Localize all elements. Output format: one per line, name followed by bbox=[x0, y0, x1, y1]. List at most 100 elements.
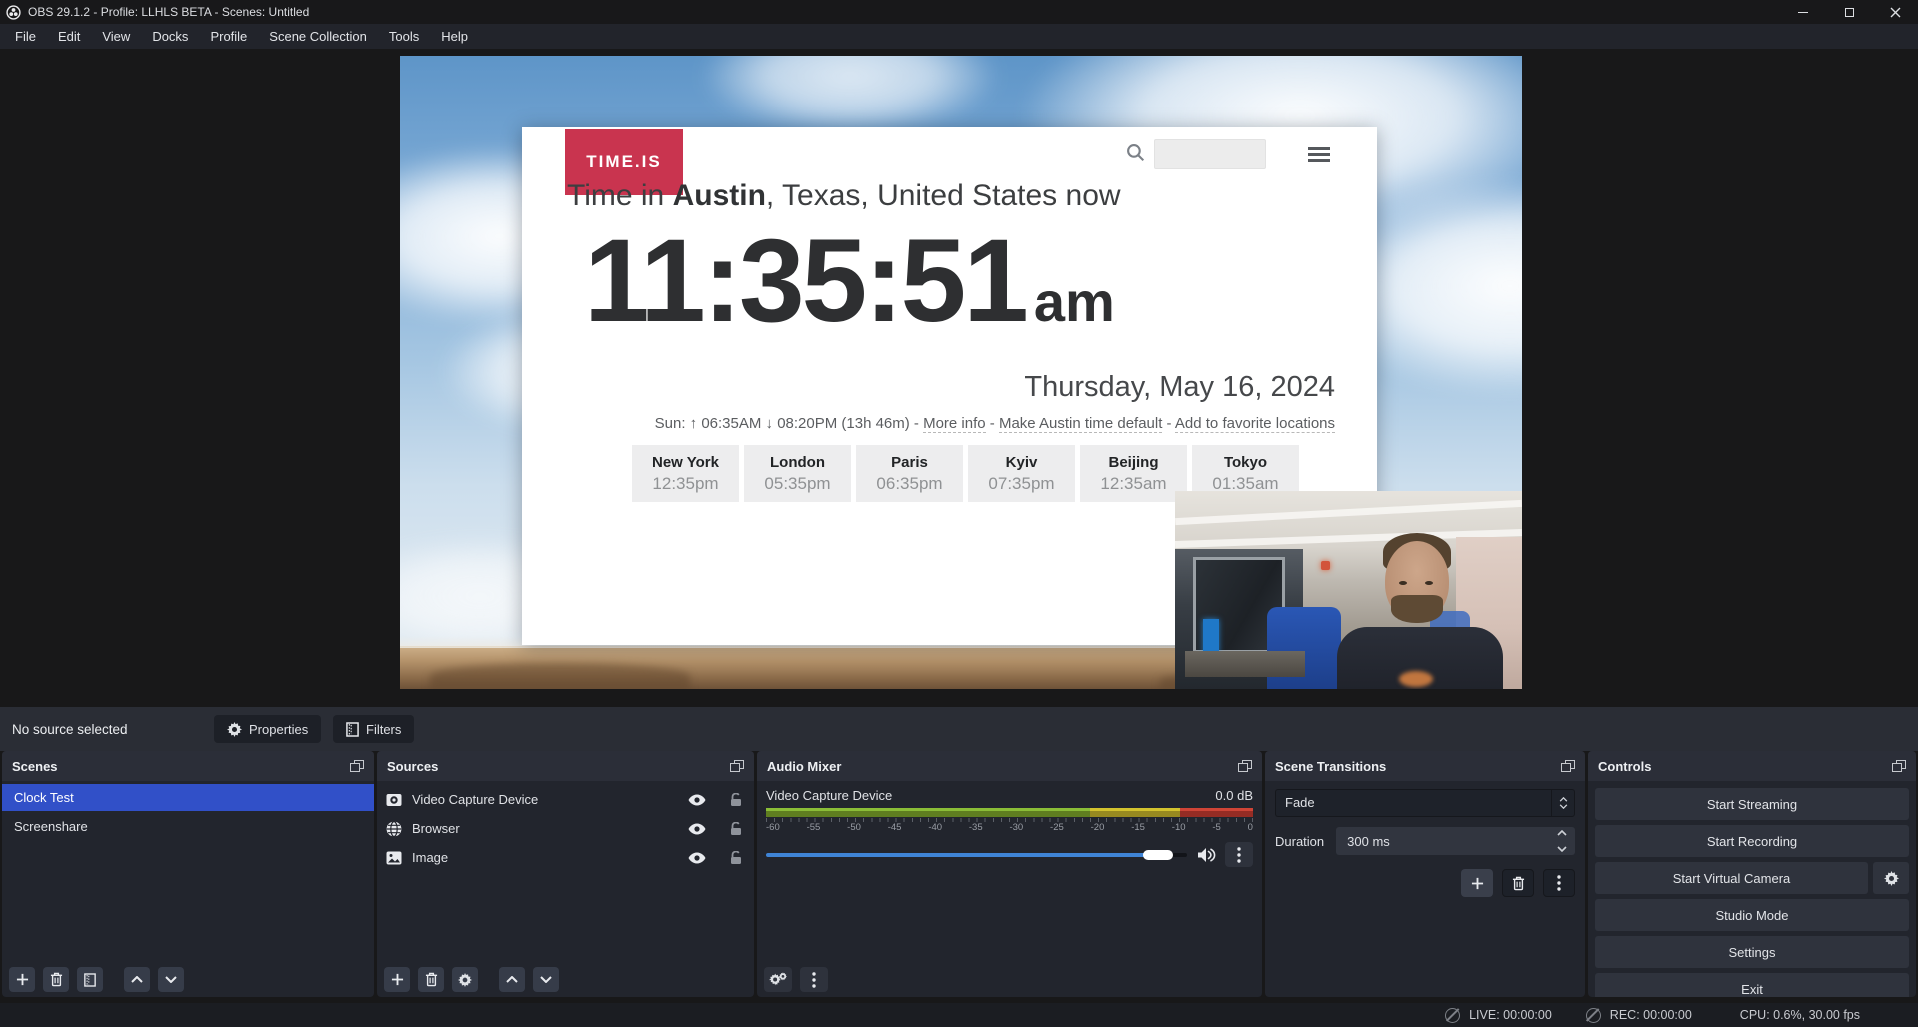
city-box-london: London05:35pm bbox=[744, 445, 851, 502]
transition-menu-button[interactable] bbox=[1543, 869, 1575, 897]
gear-icon bbox=[458, 973, 472, 987]
scenes-list: Clock Test Screenshare bbox=[2, 784, 374, 840]
duration-spinner[interactable]: 300 ms bbox=[1336, 827, 1575, 855]
meter-tick-labels: -60-55-50-45-40-35-30-25-20-15-10-50 bbox=[766, 822, 1253, 833]
visibility-eye-icon[interactable] bbox=[688, 823, 706, 835]
city-box-newyork: New York12:35pm bbox=[632, 445, 739, 502]
volume-slider-handle[interactable] bbox=[1143, 850, 1173, 860]
double-gear-icon bbox=[769, 972, 787, 987]
add-source-button[interactable] bbox=[384, 967, 410, 992]
office-desks bbox=[1185, 651, 1305, 677]
scene-filters-button[interactable] bbox=[77, 967, 103, 992]
image-icon bbox=[386, 851, 402, 865]
start-streaming-button[interactable]: Start Streaming bbox=[1595, 788, 1909, 820]
filters-button[interactable]: Filters bbox=[333, 715, 414, 743]
transition-select[interactable]: Fade bbox=[1275, 789, 1575, 817]
status-bar: LIVE: 00:00:00 REC: 00:00:00 CPU: 0.6%, … bbox=[0, 1003, 1918, 1027]
menu-help[interactable]: Help bbox=[430, 24, 479, 49]
plus-icon bbox=[1471, 877, 1484, 890]
duration-label: Duration bbox=[1275, 834, 1324, 849]
start-recording-button[interactable]: Start Recording bbox=[1595, 825, 1909, 857]
duration-value: 300 ms bbox=[1347, 834, 1390, 849]
remove-transition-button[interactable] bbox=[1502, 869, 1534, 897]
popout-icon[interactable] bbox=[730, 760, 744, 772]
popout-icon[interactable] bbox=[1238, 760, 1252, 772]
globe-icon bbox=[386, 821, 402, 837]
webcam-source[interactable] bbox=[1175, 491, 1522, 689]
kebab-menu-icon bbox=[1237, 847, 1241, 863]
visibility-eye-icon[interactable] bbox=[688, 852, 706, 864]
move-scene-up-button[interactable] bbox=[124, 967, 150, 992]
studio-mode-button[interactable]: Studio Mode bbox=[1595, 899, 1909, 931]
lock-icon[interactable] bbox=[730, 793, 742, 807]
timeis-clock: 11:35:51am bbox=[584, 213, 1115, 349]
audio-mixer-dock: Audio Mixer Video Capture Device 0.0 dB … bbox=[757, 751, 1262, 997]
window-title: OBS 29.1.2 - Profile: LLHLS BETA - Scene… bbox=[28, 5, 309, 19]
source-item-image[interactable]: Image bbox=[377, 843, 754, 872]
monitor-glow bbox=[1203, 619, 1219, 653]
visibility-eye-icon[interactable] bbox=[688, 794, 706, 806]
menu-docks[interactable]: Docks bbox=[141, 24, 199, 49]
timeis-date: Thursday, May 16, 2024 bbox=[1024, 371, 1335, 404]
select-chevrons-icon bbox=[1551, 789, 1575, 817]
clock-meridiem: am bbox=[1034, 270, 1115, 333]
menu-view[interactable]: View bbox=[91, 24, 141, 49]
virtual-camera-settings-button[interactable] bbox=[1873, 862, 1909, 894]
scene-item-screenshare[interactable]: Screenshare bbox=[2, 813, 374, 840]
volume-slider-fill bbox=[766, 853, 1158, 857]
mixer-menu-button[interactable] bbox=[800, 967, 828, 992]
chevron-down-icon bbox=[540, 976, 552, 983]
popout-icon[interactable] bbox=[350, 760, 364, 772]
menu-profile[interactable]: Profile bbox=[199, 24, 258, 49]
spinner-chevrons-icon[interactable] bbox=[1557, 830, 1567, 852]
chevron-down-icon bbox=[165, 976, 177, 983]
move-source-down-button[interactable] bbox=[533, 967, 559, 992]
preview-canvas[interactable]: TIME.IS Time in Austin, Texas, United St… bbox=[400, 56, 1522, 689]
scene-transitions-dock: Scene Transitions Fade Duration 300 ms bbox=[1265, 751, 1585, 997]
move-scene-down-button[interactable] bbox=[158, 967, 184, 992]
move-source-up-button[interactable] bbox=[499, 967, 525, 992]
popout-icon[interactable] bbox=[1561, 760, 1575, 772]
menu-scene-collection[interactable]: Scene Collection bbox=[258, 24, 378, 49]
scenes-toolbar bbox=[9, 967, 184, 992]
source-item-video-capture[interactable]: Video Capture Device bbox=[377, 785, 754, 814]
sources-toolbar bbox=[384, 967, 559, 992]
kebab-menu-icon bbox=[1557, 875, 1561, 891]
add-favorite-link: Add to favorite locations bbox=[1175, 415, 1335, 433]
add-scene-button[interactable] bbox=[9, 967, 35, 992]
lock-icon[interactable] bbox=[730, 851, 742, 865]
lock-icon[interactable] bbox=[730, 822, 742, 836]
add-transition-button[interactable] bbox=[1461, 869, 1493, 897]
menu-edit[interactable]: Edit bbox=[47, 24, 91, 49]
source-properties-button[interactable] bbox=[452, 967, 478, 992]
menu-bar: File Edit View Docks Profile Scene Colle… bbox=[0, 24, 1918, 49]
sources-list: Video Capture Device Browser Image bbox=[377, 785, 754, 872]
settings-button[interactable]: Settings bbox=[1595, 936, 1909, 968]
timeis-sun-info: Sun: ↑ 06:35AM ↓ 08:20PM (13h 46m) - Mor… bbox=[655, 415, 1335, 432]
remove-scene-button[interactable] bbox=[43, 967, 69, 992]
close-button[interactable] bbox=[1872, 0, 1918, 24]
chevron-up-icon bbox=[131, 976, 143, 983]
popout-icon[interactable] bbox=[1892, 760, 1906, 772]
properties-button[interactable]: Properties bbox=[214, 715, 321, 743]
speaker-icon[interactable] bbox=[1196, 847, 1216, 863]
exit-button[interactable]: Exit bbox=[1595, 973, 1909, 997]
live-timecode: LIVE: 00:00:00 bbox=[1469, 1008, 1552, 1022]
preview-region: TIME.IS Time in Austin, Texas, United St… bbox=[0, 49, 1918, 707]
remove-source-button[interactable] bbox=[418, 967, 444, 992]
source-item-browser[interactable]: Browser bbox=[377, 814, 754, 843]
minimize-button[interactable] bbox=[1780, 0, 1826, 24]
trash-icon bbox=[425, 972, 438, 987]
channel-menu-button[interactable] bbox=[1225, 842, 1253, 867]
maximize-button[interactable] bbox=[1826, 0, 1872, 24]
advanced-audio-button[interactable] bbox=[764, 967, 792, 992]
volume-slider[interactable] bbox=[766, 853, 1187, 857]
start-virtual-camera-button[interactable]: Start Virtual Camera bbox=[1595, 862, 1868, 894]
scene-item-clock-test[interactable]: Clock Test bbox=[2, 784, 374, 811]
scenes-header: Scenes bbox=[2, 751, 374, 781]
controls-header: Controls bbox=[1588, 751, 1916, 781]
filters-icon bbox=[84, 973, 96, 987]
menu-tools[interactable]: Tools bbox=[378, 24, 430, 49]
menu-file[interactable]: File bbox=[4, 24, 47, 49]
more-info-link: More info bbox=[923, 415, 986, 433]
